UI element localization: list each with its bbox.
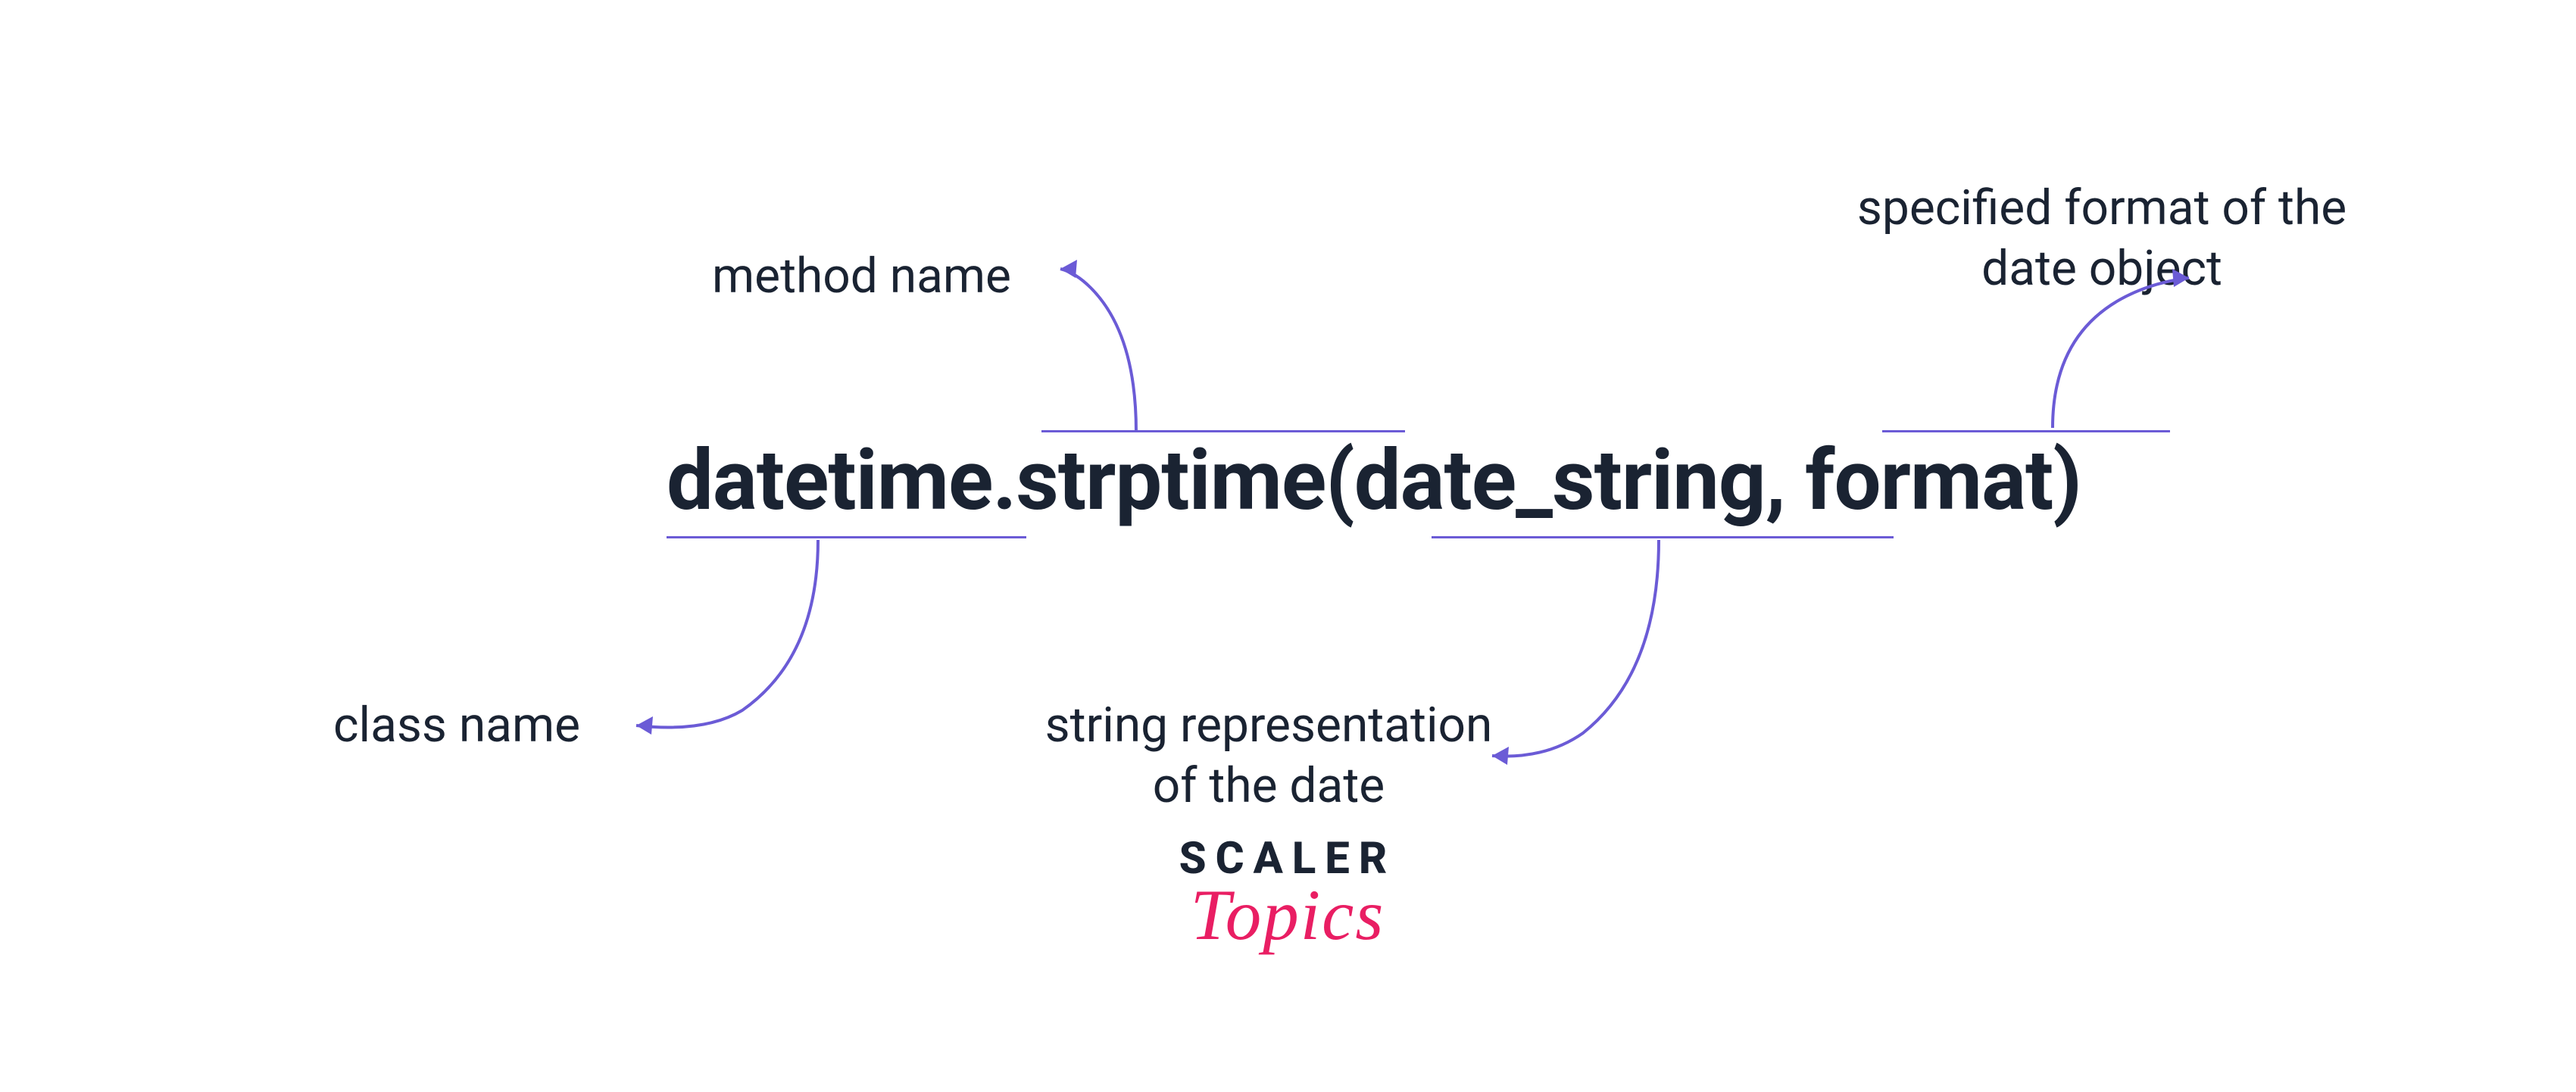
arrow-class	[606, 536, 833, 748]
code-expression: datetime.strptime(date_string, format)	[667, 432, 2081, 529]
annotation-arg1-line2: of the date	[1153, 757, 1385, 814]
annotation-arg1: string representation of the date	[1041, 695, 1496, 816]
code-class: datetime	[667, 432, 992, 529]
code-paren-close: )	[2053, 432, 2081, 529]
annotation-class-name: class name	[333, 695, 580, 756]
code-method: strptime	[1016, 432, 1325, 529]
annotation-arg1-line1: string representation	[1045, 697, 1493, 753]
code-paren-open: (	[1325, 432, 1354, 529]
arrow-method	[1053, 242, 1280, 439]
code-arg2: format	[1805, 432, 2053, 529]
syntax-diagram: datetime.strptime(date_string, format) c…	[227, 114, 2348, 719]
brand-logo: SCALER Topics	[1136, 833, 1439, 956]
arrow-arg1	[1462, 536, 1689, 778]
annotation-arg2-line1: specified format of the	[1857, 179, 2347, 236]
code-arg1: date_string	[1354, 432, 1766, 529]
code-comma: ,	[1766, 432, 1805, 529]
annotation-method-name: method name	[712, 246, 1011, 307]
logo-topics-text: Topics	[1136, 873, 1439, 956]
code-dot: .	[992, 432, 1016, 529]
arrow-arg2	[2037, 269, 2234, 435]
